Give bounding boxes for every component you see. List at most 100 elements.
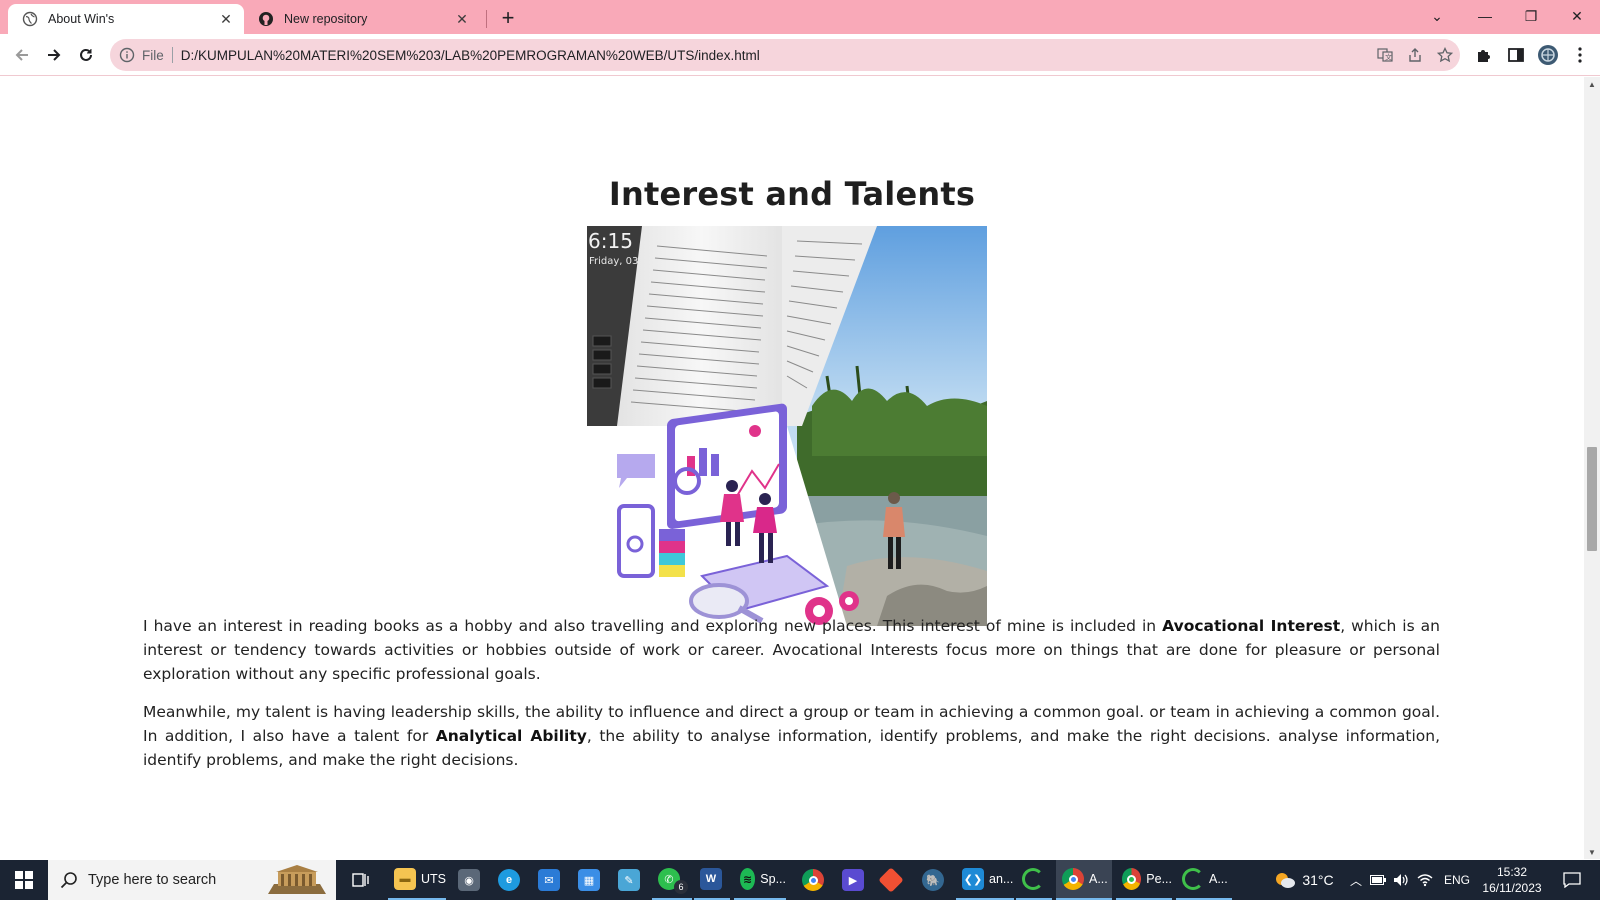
start-button[interactable]: [0, 860, 48, 900]
url-text[interactable]: D:/KUMPULAN%20MATERI%20SEM%203/LAB%20PEM…: [181, 48, 1370, 63]
page-scrollbar[interactable]: ▲ ▼: [1584, 77, 1600, 859]
notepad-icon: ✎: [618, 869, 640, 891]
new-tab-button[interactable]: +: [494, 4, 522, 32]
task-view-icon[interactable]: [336, 860, 384, 900]
interest-paragraph: I have an interest in reading books as a…: [143, 614, 1440, 686]
taskbar-app-notepad[interactable]: ✎: [612, 860, 648, 900]
tab-title: About Win's: [48, 12, 115, 26]
back-arrow-icon: [15, 49, 28, 61]
scroll-up-arrow-icon[interactable]: ▲: [1584, 77, 1600, 91]
taskbar-app-store[interactable]: ▦: [572, 860, 608, 900]
store-icon: ▦: [578, 869, 600, 891]
forward-button[interactable]: [40, 41, 68, 69]
browser-toolbar: File D:/KUMPULAN%20MATERI%20SEM%203/LAB%…: [0, 34, 1600, 76]
taskbar-app-postgres[interactable]: 🐘: [916, 860, 952, 900]
globe-icon: [22, 11, 38, 27]
extensions-puzzle-icon[interactable]: [1470, 41, 1498, 69]
battery-icon[interactable]: [1368, 860, 1388, 900]
taskbar-app-edge[interactable]: e: [492, 860, 528, 900]
taskbar-app-chrome-active[interactable]: A...: [1056, 860, 1112, 900]
avocational-interest-bold: Avocational Interest: [1162, 617, 1341, 635]
info-icon[interactable]: [118, 46, 136, 64]
partly-cloudy-icon: [1274, 871, 1296, 889]
tray-chevron-up-icon[interactable]: ︿: [1348, 860, 1364, 900]
taskbar-app-spotify[interactable]: ≋ Sp...: [734, 860, 786, 900]
language-indicator[interactable]: ENG: [1440, 860, 1474, 900]
interest-text-before: I have an interest in reading books as a…: [143, 617, 1163, 635]
chrome-whatsapp-icon: [1122, 868, 1142, 890]
camera-icon: ◉: [458, 869, 480, 891]
taskbar-app-chrome[interactable]: [796, 860, 832, 900]
talent-paragraph: Meanwhile, my talent is having leadershi…: [143, 700, 1440, 772]
taskbar-app-loading-2[interactable]: A...: [1176, 860, 1232, 900]
share-icon[interactable]: [1400, 41, 1430, 69]
vscode-icon: ❮❯: [962, 868, 984, 890]
windows-logo-icon: [15, 871, 33, 889]
scroll-down-arrow-icon[interactable]: ▼: [1584, 845, 1600, 859]
spotify-icon: ≋: [740, 868, 756, 890]
bookmark-star-icon[interactable]: [1430, 41, 1460, 69]
tab-divider: [486, 10, 487, 28]
search-highlight-temple-icon: [266, 864, 328, 896]
tab-new-repository[interactable]: New repository ✕: [244, 4, 480, 34]
taskbar-clock[interactable]: 15:32 16/11/2023: [1480, 864, 1544, 896]
weather-widget[interactable]: 31°C: [1262, 860, 1346, 900]
kebab-menu-icon[interactable]: [1566, 41, 1594, 69]
chrome-icon: [802, 869, 824, 891]
taskbar-search-box[interactable]: Type here to search: [48, 860, 336, 900]
search-placeholder: Type here to search: [88, 872, 217, 888]
svg-text:文: 文: [1385, 53, 1392, 62]
taskbar-app-label: an...: [989, 872, 1014, 886]
translate-icon[interactable]: 文: [1370, 41, 1400, 69]
back-button[interactable]: [8, 41, 36, 69]
taskbar-app-word[interactable]: W: [694, 860, 730, 900]
page-viewport: Interest and Talents 6:15 Friday, 03 I h…: [0, 77, 1584, 859]
tab-about-wins[interactable]: About Win's ✕: [8, 4, 244, 34]
close-icon[interactable]: ✕: [454, 11, 470, 27]
taskbar-app-label: Sp...: [760, 872, 786, 886]
wifi-icon[interactable]: [1414, 860, 1436, 900]
media-player-icon: ▶: [842, 869, 864, 891]
file-chip: File: [142, 47, 164, 63]
reload-icon: [80, 48, 92, 61]
analytical-ability-bold: Analytical Ability: [435, 727, 587, 745]
git-icon: [878, 867, 904, 893]
restore-button[interactable]: ❐: [1508, 0, 1554, 32]
minimize-button[interactable]: —: [1462, 0, 1508, 32]
address-bar[interactable]: File D:/KUMPULAN%20MATERI%20SEM%203/LAB%…: [110, 39, 1460, 71]
side-panel-icon[interactable]: [1502, 41, 1530, 69]
taskbar-app-label: UTS: [421, 872, 446, 886]
close-window-button[interactable]: ✕: [1554, 0, 1600, 32]
scrollbar-thumb[interactable]: [1587, 447, 1597, 551]
volume-icon[interactable]: [1390, 860, 1412, 900]
clock-time-text: 6:15: [588, 229, 633, 253]
reload-button[interactable]: [72, 41, 100, 69]
taskbar-app-media-player[interactable]: ▶: [836, 860, 872, 900]
windows-taskbar: Type here to search ▬ UTS ◉ e ✉ ▦ ✎ ✆ 6 …: [0, 860, 1600, 900]
interest-collage-image: 6:15 Friday, 03: [587, 226, 987, 626]
clock-date-text: Friday, 03: [589, 256, 638, 267]
loading-ring-icon: [1182, 868, 1204, 890]
browser-tabstrip: About Win's ✕ New repository ✕ + ⌄ — ❐ ✕: [0, 0, 1600, 34]
tab-search-chevron-icon[interactable]: ⌄: [1414, 0, 1460, 32]
weather-temp: 31°C: [1302, 872, 1334, 888]
taskbar-app-loading[interactable]: [1016, 860, 1052, 900]
taskbar-app-chrome-whatsapp[interactable]: Pe...: [1116, 860, 1172, 900]
notification-center-icon[interactable]: [1552, 860, 1592, 900]
section-title: Interest and Talents: [608, 175, 976, 213]
mail-icon: ✉: [538, 869, 560, 891]
word-icon: W: [700, 868, 722, 890]
taskbar-app-camera[interactable]: ◉: [452, 860, 488, 900]
close-icon[interactable]: ✕: [218, 11, 234, 27]
taskbar-app-uts-folder[interactable]: ▬ UTS: [388, 860, 446, 900]
profile-avatar[interactable]: [1534, 41, 1562, 69]
taskbar-app-git[interactable]: [876, 860, 912, 900]
taskbar-app-label: A...: [1209, 872, 1228, 886]
search-icon: [60, 871, 78, 889]
taskbar-app-label: A...: [1089, 872, 1108, 886]
taskbar-app-vscode[interactable]: ❮❯ an...: [956, 860, 1014, 900]
clock-date: 16/11/2023: [1482, 881, 1542, 895]
taskbar-app-mail[interactable]: ✉: [532, 860, 568, 900]
postgres-icon: 🐘: [922, 869, 944, 891]
taskbar-app-whatsapp[interactable]: ✆ 6: [652, 860, 692, 900]
